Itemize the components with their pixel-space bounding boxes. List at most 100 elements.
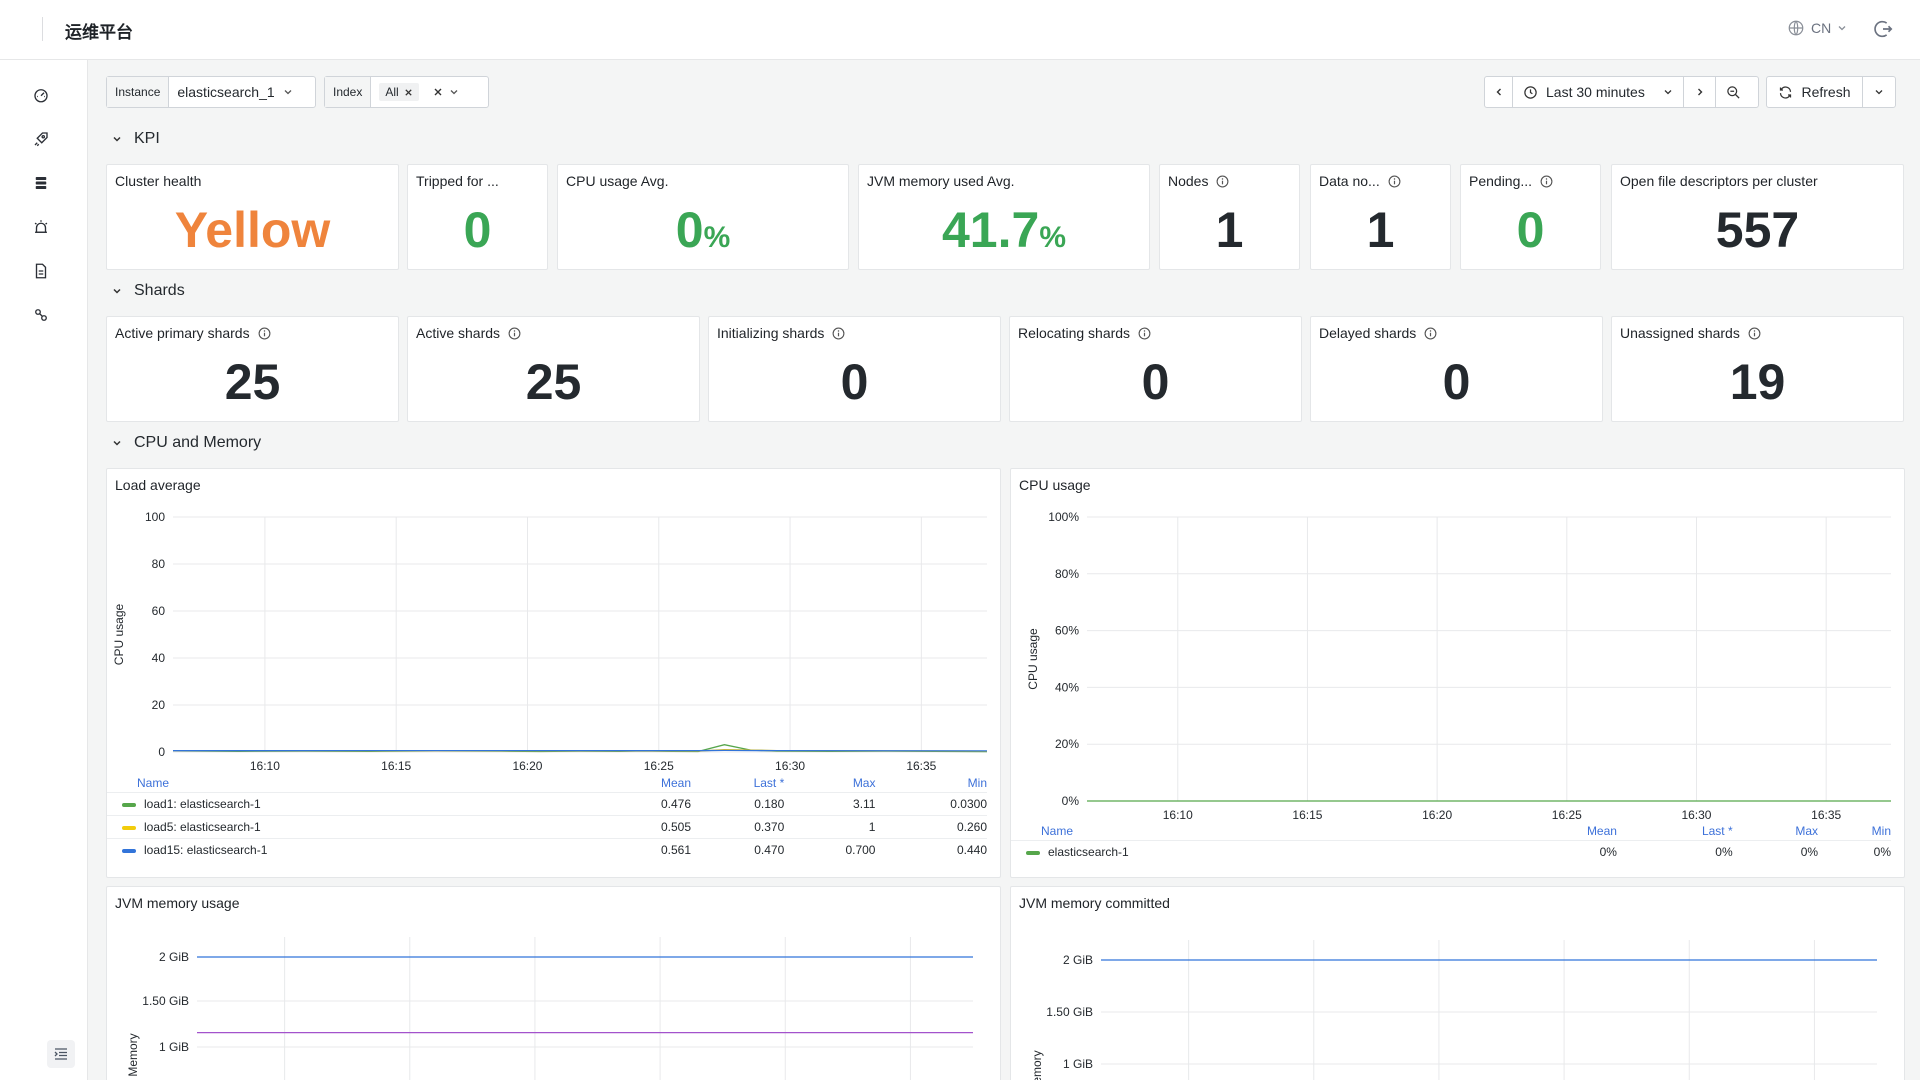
language-switcher[interactable]: CN xyxy=(1787,19,1847,37)
nav-database[interactable] xyxy=(28,170,54,196)
info-icon[interactable] xyxy=(1540,175,1553,188)
legend-col-mean[interactable]: Mean xyxy=(1504,822,1617,841)
stat-unit: % xyxy=(1039,221,1066,254)
zoom-out-button[interactable] xyxy=(1716,77,1750,107)
x-tick-label: 16:10 xyxy=(250,759,280,773)
info-icon[interactable] xyxy=(258,327,271,340)
x-tick-label: 16:15 xyxy=(381,759,411,773)
chevron-right-icon xyxy=(1697,88,1702,96)
time-forward-button[interactable] xyxy=(1684,77,1716,107)
cpu-usage-chart: CPU usage 0% 20% 40% 60% 80% 100% 16:10 16:15 16:… xyxy=(1026,510,1891,822)
legend-col-max[interactable]: Max xyxy=(784,774,876,793)
y-tick-label: 20% xyxy=(1055,737,1079,751)
logout-button[interactable] xyxy=(1872,18,1894,43)
stat-value: Yellow xyxy=(107,205,398,255)
legend-row[interactable]: load5: elasticsearch-1 0.505 0.370 1 0.2… xyxy=(107,815,987,839)
stat-title-text: Tripped for ... xyxy=(416,173,499,189)
y-tick-label: 20 xyxy=(152,698,166,712)
legend-row[interactable]: load1: elasticsearch-1 0.476 0.180 3.11 … xyxy=(107,792,987,816)
y-axis-label: Memory xyxy=(1030,1050,1044,1080)
remove-chip-icon[interactable] xyxy=(404,88,413,97)
stat-title: CPU usage Avg. xyxy=(566,173,668,189)
load-average-chart: CPU usage 0 20 40 60 80 100 16:10 16:15 16:20 16:2… xyxy=(112,510,988,773)
legend-col-name[interactable]: Name xyxy=(1011,822,1504,841)
legend-min: 0% xyxy=(1818,840,1891,863)
legend-mean: 0.505 xyxy=(599,815,692,839)
legend-header: Name Mean Last * Max Min xyxy=(107,774,987,793)
load-average-panel: Load average CPU usage 0 20 40 60 80 100 16:10 1… xyxy=(106,468,1001,878)
kpi-stat-panel: Pending... 0 xyxy=(1460,164,1601,270)
top-bar: 运维平台 CN xyxy=(0,0,1920,60)
y-axis-label: Memory xyxy=(126,1033,140,1076)
y-tick-label: 1.50 GiB xyxy=(1046,1005,1093,1019)
dashboard-icon xyxy=(34,89,48,103)
legend-last: 0.180 xyxy=(691,792,785,816)
globe-icon xyxy=(1788,20,1804,36)
sidebar-collapse-button[interactable] xyxy=(47,1040,75,1068)
info-icon[interactable] xyxy=(1388,175,1401,188)
info-icon[interactable] xyxy=(1216,175,1229,188)
legend-col-min[interactable]: Min xyxy=(875,774,987,793)
stat-value: 25 xyxy=(224,354,281,410)
stat-value-number: 1 xyxy=(1366,202,1395,258)
legend-col-max[interactable]: Max xyxy=(1733,822,1818,841)
refresh-button[interactable]: Refresh xyxy=(1767,77,1863,107)
jvm-memory-committed-chart: Memory 1 GiB 1.50 GiB 2 GiB xyxy=(1030,940,1877,1080)
refresh-interval-button[interactable] xyxy=(1863,77,1895,107)
info-icon[interactable] xyxy=(1424,327,1437,340)
legend-col-min[interactable]: Min xyxy=(1818,822,1891,841)
topbar-divider xyxy=(42,17,43,41)
section-shards[interactable]: Shards xyxy=(112,282,185,300)
index-filter[interactable]: Index All xyxy=(324,76,489,108)
instance-filter-label: Instance xyxy=(107,77,170,107)
section-title: Shards xyxy=(134,282,185,299)
stat-value-number: 1 xyxy=(1215,202,1244,258)
info-icon[interactable] xyxy=(508,327,521,340)
y-tick-label: 0 xyxy=(158,745,165,759)
section-kpi[interactable]: KPI xyxy=(112,130,160,148)
legend-col-last[interactable]: Last * xyxy=(691,774,785,793)
chevron-down-icon xyxy=(284,90,292,95)
clear-icon[interactable] xyxy=(433,87,443,97)
refresh-label: Refresh xyxy=(1801,84,1851,100)
instance-filter-value: elasticsearch_1 xyxy=(177,84,275,100)
language-label: CN xyxy=(1811,20,1832,36)
x-tick-label: 16:25 xyxy=(644,759,674,773)
legend-min: 0.0300 xyxy=(875,792,987,816)
legend-col-mean[interactable]: Mean xyxy=(600,774,691,793)
info-icon[interactable] xyxy=(1748,327,1761,340)
link-icon xyxy=(35,309,47,321)
stat-title-text: Unassigned shards xyxy=(1620,325,1740,341)
instance-filter[interactable]: Instance elasticsearch_1 xyxy=(106,76,316,108)
x-tick-label: 16:25 xyxy=(1552,808,1582,822)
time-range-select[interactable]: Last 30 minutes xyxy=(1513,77,1684,107)
kpi-stat-panel: JVM memory used Avg. 41.7% xyxy=(858,164,1150,270)
info-icon[interactable] xyxy=(832,327,845,340)
stat-value: 0 xyxy=(1461,205,1600,255)
nav-alarm[interactable] xyxy=(28,214,54,240)
nav-integrations[interactable] xyxy=(28,302,54,328)
y-axis-label: CPU usage xyxy=(112,603,126,665)
time-back-button[interactable] xyxy=(1485,77,1513,107)
legend-series-name: load1: elasticsearch-1 xyxy=(144,797,261,811)
nav-documents[interactable] xyxy=(28,258,54,284)
load-average-legend: Name Mean Last * Max Min load1: elastics… xyxy=(107,774,987,861)
legend-row[interactable]: load15: elasticsearch-1 0.561 0.470 0.70… xyxy=(107,838,987,861)
stat-value-number: 41.7 xyxy=(941,202,1040,258)
nav-dashboard[interactable] xyxy=(28,82,54,108)
kpi-stat-panel: Cluster health Yellow xyxy=(106,164,399,270)
stat-title: Data no... xyxy=(1319,173,1401,189)
legend-col-last[interactable]: Last * xyxy=(1617,822,1733,841)
legend-series-name: load15: elasticsearch-1 xyxy=(144,843,268,857)
nav-deploy[interactable] xyxy=(28,126,54,152)
y-tick-label: 40 xyxy=(152,651,166,665)
legend-row[interactable]: elasticsearch-1 0% 0% 0% 0% xyxy=(1011,840,1891,863)
stat-value: 0 xyxy=(408,205,547,255)
legend-col-name[interactable]: Name xyxy=(107,774,600,793)
section-cpu-memory[interactable]: CPU and Memory xyxy=(112,434,261,452)
stat-title-text: Active shards xyxy=(416,325,501,341)
y-tick-label: 80 xyxy=(152,557,166,571)
info-icon[interactable] xyxy=(1138,327,1151,340)
logout-icon xyxy=(1874,20,1893,38)
time-range-label: Last 30 minutes xyxy=(1546,84,1645,100)
